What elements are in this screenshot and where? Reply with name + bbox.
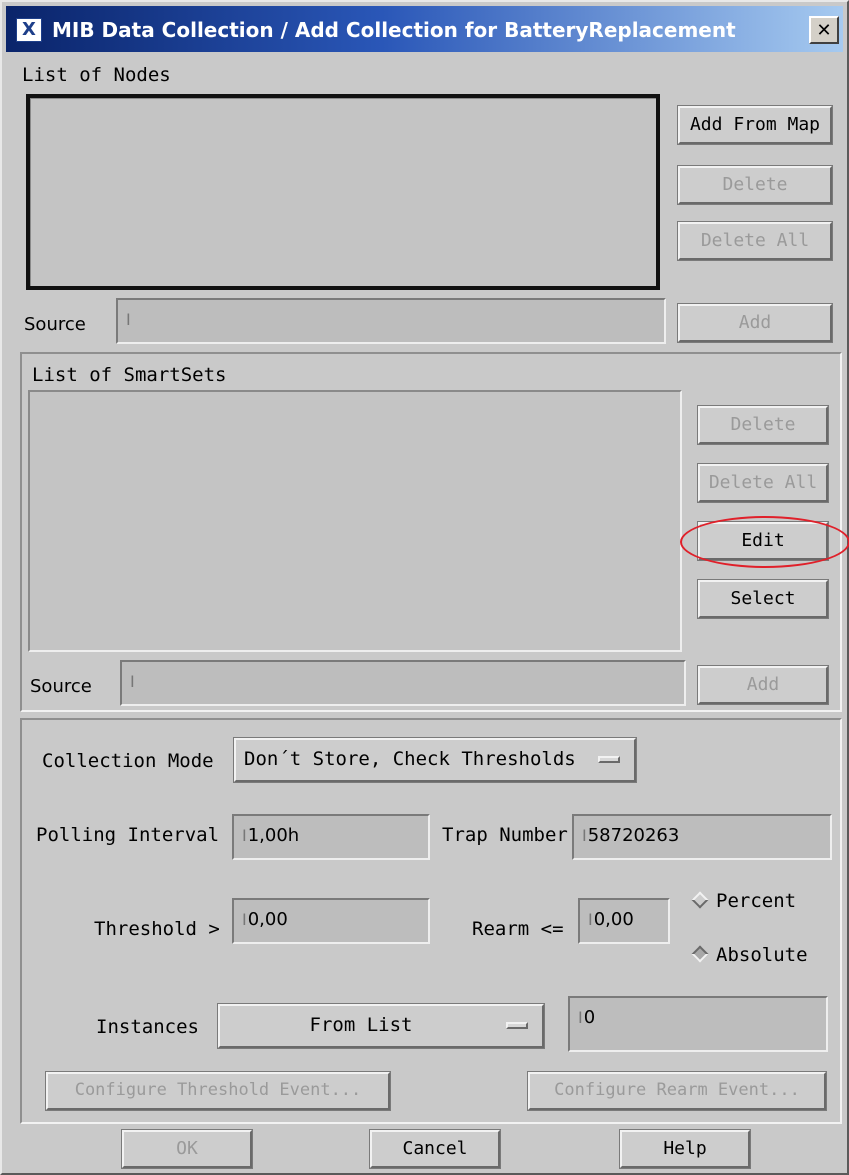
option-menu-indicator-icon: [598, 756, 620, 763]
add-from-map-button[interactable]: Add From Map: [677, 105, 833, 145]
text-cursor-icon: I: [588, 910, 593, 929]
percent-radio-label: Percent: [716, 890, 797, 912]
rearm-label: Rearm <=: [472, 918, 564, 940]
radio-diamond-icon: [691, 891, 709, 909]
trap-number-value: 58720263: [587, 825, 680, 846]
smartsets-delete-all-button[interactable]: Delete All: [697, 463, 829, 503]
nodes-delete-button[interactable]: Delete: [677, 165, 833, 205]
close-icon: ✕: [816, 20, 832, 41]
absolute-radio[interactable]: Absolute: [691, 944, 808, 966]
radio-diamond-selected-icon: [691, 945, 709, 963]
trap-number-input[interactable]: I58720263: [572, 814, 832, 860]
text-cursor-icon: I: [582, 826, 587, 845]
polling-interval-input[interactable]: I1,00h: [232, 814, 430, 860]
instances-input[interactable]: I0: [568, 996, 828, 1052]
smartsets-source-input[interactable]: I: [120, 660, 686, 706]
nodes-source-input[interactable]: I: [116, 298, 666, 344]
smartsets-list[interactable]: [28, 390, 682, 652]
help-button[interactable]: Help: [619, 1129, 751, 1169]
option-menu-indicator-icon: [506, 1022, 528, 1029]
smartsets-list-label: List of SmartSets: [32, 364, 227, 386]
instances-label: Instances: [96, 1016, 199, 1038]
smartsets-add-button[interactable]: Add: [697, 665, 829, 705]
ok-button[interactable]: OK: [121, 1129, 253, 1169]
collection-mode-value: Don´t Store, Check Thresholds: [244, 748, 576, 770]
text-cursor-icon: I: [130, 672, 135, 691]
nodes-list[interactable]: [26, 94, 660, 290]
smartsets-delete-button[interactable]: Delete: [697, 405, 829, 445]
smartsets-source-label: Source: [30, 676, 92, 697]
rearm-input[interactable]: I0,00: [578, 898, 670, 944]
polling-interval-label: Polling Interval: [36, 824, 220, 846]
nodes-source-label: Source: [24, 314, 86, 335]
text-cursor-icon: I: [242, 826, 247, 845]
nodes-delete-all-button[interactable]: Delete All: [677, 221, 833, 261]
rearm-value: 0,00: [593, 909, 634, 930]
smartsets-select-button[interactable]: Select: [697, 579, 829, 619]
threshold-value: 0,00: [247, 909, 288, 930]
nodes-list-label: List of Nodes: [22, 64, 171, 86]
percent-radio[interactable]: Percent: [691, 890, 797, 912]
instances-mode-value: From List: [309, 1014, 413, 1036]
cancel-button[interactable]: Cancel: [369, 1129, 501, 1169]
trap-number-label: Trap Number: [442, 824, 568, 846]
threshold-label: Threshold >: [94, 918, 220, 940]
polling-interval-value: 1,00h: [247, 825, 300, 846]
threshold-input[interactable]: I0,00: [232, 898, 430, 944]
title-bar[interactable]: X MIB Data Collection / Add Collection f…: [6, 6, 843, 52]
collection-mode-label: Collection Mode: [42, 750, 214, 772]
text-cursor-icon: I: [126, 310, 131, 329]
window-title: MIB Data Collection / Add Collection for…: [52, 18, 736, 42]
configure-threshold-event-button[interactable]: Configure Threshold Event...: [45, 1071, 391, 1111]
smartsets-edit-button[interactable]: Edit: [697, 521, 829, 561]
close-button[interactable]: ✕: [809, 16, 839, 44]
mib-data-collection-dialog: X MIB Data Collection / Add Collection f…: [0, 0, 849, 1175]
nodes-add-button[interactable]: Add: [677, 303, 833, 343]
text-cursor-icon: I: [242, 910, 247, 929]
collection-mode-menu[interactable]: Don´t Store, Check Thresholds: [233, 737, 637, 783]
instances-value: 0: [583, 1007, 596, 1028]
absolute-radio-label: Absolute: [716, 944, 808, 966]
instances-menu[interactable]: From List: [217, 1003, 545, 1049]
configure-rearm-event-button[interactable]: Configure Rearm Event...: [527, 1071, 827, 1111]
app-icon: X: [16, 18, 42, 42]
text-cursor-icon: I: [578, 1008, 583, 1027]
